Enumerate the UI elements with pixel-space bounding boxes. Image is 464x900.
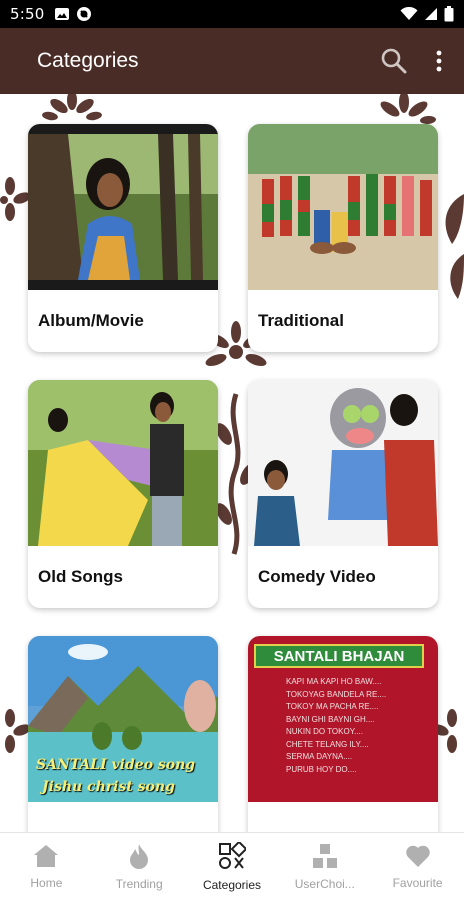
thumbnail-song-list: KAPI MA KAPI HO BAW.... TOKOYAG BANDELA … [286,676,386,776]
status-time: 5:50 [10,5,45,23]
categories-icon [218,841,246,869]
nav-home[interactable]: Home [0,833,93,900]
bottom-navigation: Home Trending Categories UserChoi... Fav… [0,832,464,900]
category-thumbnail: SANTALI video song Jishu christ song [28,636,218,802]
nav-categories[interactable]: Categories [186,833,279,900]
categories-grid: Album/Movie Traditional Old Songs Comedy… [0,94,464,832]
thumbnail-caption-line2: Jishu christ song [42,779,175,795]
song-line: CHETE TELANG ILY.... [286,739,369,749]
song-line: NUKIN DO TOKOY.... [286,727,363,736]
category-label: Comedy Video [258,567,376,586]
nav-favourite[interactable]: Favourite [371,833,464,900]
search-icon[interactable] [380,47,408,75]
song-line: TOKOY MA PACHA RE.... [286,702,379,711]
user-choice-icon [312,843,337,868]
home-icon [34,844,59,867]
nav-label: Categories [202,877,261,892]
thumbnail-overlay-text: SANTALI video song Jishu christ song [36,754,195,798]
category-card-santali-video[interactable]: SANTALI video song Jishu christ song [28,636,218,832]
category-thumbnail [28,124,218,290]
song-line: KAPI MA KAPI HO BAW.... [286,677,382,686]
circle-app-icon [77,7,92,21]
category-card-traditional[interactable]: Traditional [248,124,438,352]
song-line: SERMA DAYNA.... [286,752,353,761]
nav-trending[interactable]: Trending [93,833,186,900]
nav-label: Trending [115,876,163,891]
nav-label: Home [30,875,63,890]
category-label: Album/Movie [38,311,144,330]
category-card-santali-bhajan[interactable]: SANTALI BHAJAN KAPI MA KAPI HO BAW.... T… [248,636,438,832]
category-thumbnail [248,124,438,290]
category-label: Traditional [258,311,344,330]
category-label: Old Songs [38,567,123,586]
nav-label: Favourite [392,875,443,890]
category-thumbnail [28,380,218,546]
flame-icon [130,843,149,869]
category-label [248,802,438,832]
app-bar: Categories [0,28,464,94]
category-card-album-movie[interactable]: Album/Movie [28,124,218,352]
category-card-old-songs[interactable]: Old Songs [28,380,218,608]
nav-label: UserChoi... [294,876,355,891]
gallery-icon [55,8,70,20]
song-line: BAYNI GHI BAYNI GH.... [286,714,375,724]
category-label [28,802,218,832]
status-bar: 5:50 [0,0,464,28]
song-line: TOKOYAG BANDELA RE.... [286,689,387,699]
song-line: PURUB HOY DO.... [286,764,357,774]
signal-icon [425,8,437,20]
category-card-comedy-video[interactable]: Comedy Video [248,380,438,608]
more-vert-icon[interactable] [436,50,442,72]
nav-user-choice[interactable]: UserChoi... [278,833,371,900]
page-title: Categories [37,49,139,72]
thumbnail-caption-line1: SANTALI video song [36,757,196,773]
category-thumbnail [248,380,438,546]
battery-icon [444,6,454,22]
thumbnail-title-banner: SANTALI BHAJAN [254,644,424,668]
heart-icon [405,845,430,867]
wifi-icon [400,7,418,20]
category-thumbnail: SANTALI BHAJAN KAPI MA KAPI HO BAW.... T… [248,636,438,802]
